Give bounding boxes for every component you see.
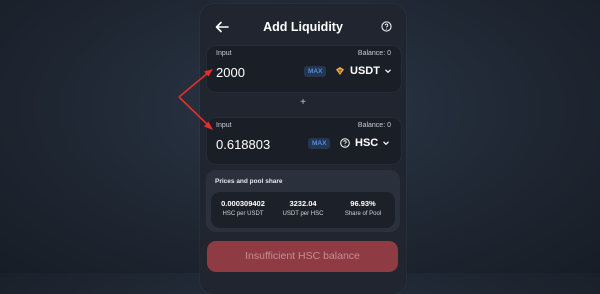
token-select-hsc[interactable]: HSC [340,135,390,151]
stat-label: USDT per HSC [282,211,324,217]
add-liquidity-card: Add Liquidity Input Balance: 0 2000 MAX … [200,4,406,294]
stat-label: Share of Pool [344,211,382,217]
amount-input-usdt[interactable]: 2000 [216,65,245,80]
stat-value: 96.93% [350,199,376,208]
plus-icon: + [300,97,306,108]
prices-title: Prices and pool share [215,178,283,185]
token-symbol: HSC [355,137,379,149]
prices-pool-share: Prices and pool share 0.000309402 HSC pe… [206,170,400,232]
stat-value: 0.000309402 [221,199,265,208]
input-label: Input [216,50,232,57]
chevron-down-icon [385,69,391,74]
card-header: Add Liquidity [200,17,406,41]
token-select-usdt[interactable]: USDT [335,63,392,79]
input-panel-usdt: Input Balance: 0 2000 MAX USDT [206,45,402,93]
question-circle-icon [340,138,350,148]
max-button[interactable]: MAX [304,66,327,77]
chevron-down-icon [383,141,390,146]
max-button[interactable]: MAX [308,138,331,149]
amount-input-hsc[interactable]: 0.618803 [216,137,270,152]
input-panel-hsc: Input Balance: 0 0.618803 MAX HSC [206,117,402,165]
token-symbol: USDT [350,65,380,77]
question-circle-icon[interactable] [381,21,392,32]
usdt-token-icon [336,67,344,75]
stat-usdt-per-hsc: 3232.04 USDT per HSC [273,199,333,217]
input-label: Input [216,122,232,129]
prices-stats: 0.000309402 HSC per USDT 3232.04 USDT pe… [211,192,395,228]
balance-label: Balance: 0 [357,50,391,57]
stat-value: 3232.04 [289,199,317,208]
stat-share-of-pool: 96.93% Share of Pool [333,199,393,217]
stat-hsc-per-usdt: 0.000309402 HSC per USDT [213,199,273,217]
page-title: Add Liquidity [263,20,343,34]
balance-label: Balance: 0 [357,122,391,129]
insufficient-balance-button[interactable]: Insufficient HSC balance [207,241,398,272]
stat-label: HSC per USDT [222,211,264,217]
